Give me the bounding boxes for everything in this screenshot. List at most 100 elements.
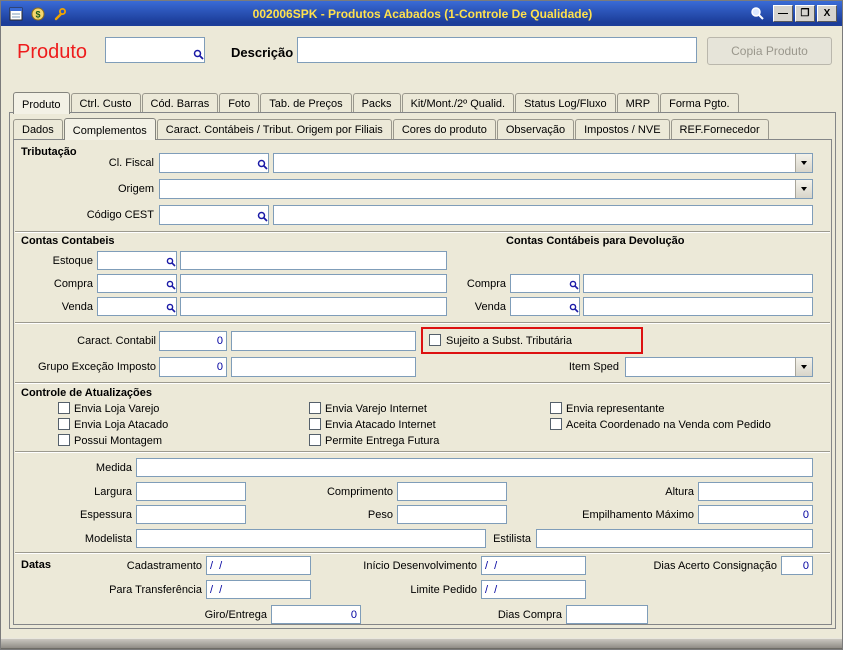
grupo-excecao-desc-input[interactable] bbox=[231, 357, 416, 377]
datas-title: Datas bbox=[21, 559, 51, 571]
subtab-dados[interactable]: Dados bbox=[13, 119, 63, 139]
grupo-excecao-label: Grupo Exceção Imposto bbox=[37, 361, 156, 373]
subtab-caract-contabeis-filiais[interactable]: Caract. Contábeis / Tribut. Origem por F… bbox=[156, 119, 392, 139]
giro-entrega-input[interactable] bbox=[271, 605, 361, 624]
empilhamento-maximo-input[interactable] bbox=[698, 505, 813, 524]
separator bbox=[15, 382, 830, 384]
dev-venda-desc-input[interactable] bbox=[583, 297, 813, 316]
dev-compra-code-input[interactable] bbox=[510, 274, 580, 293]
item-sped-label: Item Sped bbox=[568, 361, 619, 373]
grupo-excecao-value-input[interactable] bbox=[159, 357, 227, 377]
modelista-input[interactable] bbox=[136, 529, 486, 548]
dias-compra-label: Dias Compra bbox=[497, 609, 562, 621]
subtab-observacao[interactable]: Observação bbox=[496, 119, 575, 139]
tab-tab-de-precos[interactable]: Tab. de Preços bbox=[260, 93, 352, 113]
envia-loja-varejo-checkbox[interactable] bbox=[58, 402, 70, 414]
controle-atualizacoes-title: Controle de Atualizações bbox=[21, 387, 153, 399]
caract-contabil-value-input[interactable] bbox=[159, 331, 227, 351]
inicio-desenvolvimento-label: Início Desenvolvimento bbox=[363, 560, 477, 572]
limite-pedido-label: Limite Pedido bbox=[410, 584, 477, 596]
envia-varejo-internet-checkbox[interactable] bbox=[309, 402, 321, 414]
envia-varejo-internet-label: Envia Varejo Internet bbox=[325, 403, 427, 415]
copia-produto-button[interactable]: Copia Produto bbox=[707, 37, 832, 65]
chevron-down-icon[interactable] bbox=[795, 358, 812, 376]
item-sped-combobox[interactable] bbox=[625, 357, 813, 377]
tab-mrp[interactable]: MRP bbox=[616, 93, 660, 113]
envia-representante-label: Envia representante bbox=[566, 403, 665, 415]
venda-code-input[interactable] bbox=[97, 297, 177, 316]
subtab-cores-do-produto[interactable]: Cores do produto bbox=[392, 119, 496, 139]
envia-atacado-internet-checkbox[interactable] bbox=[309, 418, 321, 430]
caract-contabil-desc-input[interactable] bbox=[231, 331, 416, 351]
separator bbox=[15, 552, 830, 554]
espessura-input[interactable] bbox=[136, 505, 246, 524]
tab-cod-barras[interactable]: Cód. Barras bbox=[141, 93, 219, 113]
compra-code-input[interactable] bbox=[97, 274, 177, 293]
altura-input[interactable] bbox=[698, 482, 813, 501]
tab-foto[interactable]: Foto bbox=[219, 93, 260, 113]
empilhamento-maximo-label: Empilhamento Máximo bbox=[582, 509, 694, 521]
compra-code-wrap bbox=[97, 274, 177, 293]
possui-montagem-label: Possui Montagem bbox=[74, 435, 163, 447]
aceita-coordenado-checkbox[interactable] bbox=[550, 418, 562, 430]
tab-produto[interactable]: Produto bbox=[13, 92, 70, 114]
maximize-button[interactable]: ❐ bbox=[795, 5, 815, 22]
codigo-cest-label: Código CEST bbox=[86, 209, 154, 221]
compra-desc-input[interactable] bbox=[180, 274, 447, 293]
chevron-down-icon[interactable] bbox=[795, 154, 812, 172]
codigo-cest-code-input[interactable] bbox=[159, 205, 269, 225]
cadastramento-input[interactable] bbox=[206, 556, 311, 575]
title-bar[interactable]: $ 002006SPK - Produtos Acabados (1-Contr… bbox=[1, 1, 842, 26]
envia-representante-checkbox[interactable] bbox=[550, 402, 562, 414]
produto-code-input[interactable] bbox=[105, 37, 205, 63]
estoque-label: Estoque bbox=[52, 255, 93, 267]
estilista-input[interactable] bbox=[536, 529, 813, 548]
tab-ctrl-custo[interactable]: Ctrl. Custo bbox=[70, 93, 141, 113]
dev-venda-label: Venda bbox=[474, 301, 506, 313]
comprimento-input[interactable] bbox=[397, 482, 507, 501]
subtab-ref-fornecedor[interactable]: REF.Fornecedor bbox=[670, 119, 769, 139]
venda-desc-input[interactable] bbox=[180, 297, 447, 316]
estoque-desc-input[interactable] bbox=[180, 251, 447, 270]
dias-acerto-consignacao-input[interactable] bbox=[781, 556, 813, 575]
para-transferencia-input[interactable] bbox=[206, 580, 311, 599]
dias-compra-input[interactable] bbox=[566, 605, 648, 624]
inicio-desenvolvimento-input[interactable] bbox=[481, 556, 586, 575]
codigo-cest-desc-input[interactable] bbox=[273, 205, 813, 225]
dev-compra-desc-input[interactable] bbox=[583, 274, 813, 293]
cl-fiscal-combobox[interactable] bbox=[273, 153, 813, 173]
search-user-icon[interactable] bbox=[749, 5, 766, 22]
tab-forma-pgto[interactable]: Forma Pgto. bbox=[660, 93, 739, 113]
estoque-code-input[interactable] bbox=[97, 251, 177, 270]
envia-loja-atacado-checkbox[interactable] bbox=[58, 418, 70, 430]
possui-montagem-checkbox[interactable] bbox=[58, 434, 70, 446]
produto-heading: Produto bbox=[17, 41, 88, 63]
dev-venda-code-input[interactable] bbox=[510, 297, 580, 316]
medida-label: Medida bbox=[95, 462, 132, 474]
tab-packs[interactable]: Packs bbox=[352, 93, 401, 113]
minimize-button[interactable]: — bbox=[773, 5, 793, 22]
separator bbox=[15, 322, 830, 324]
comprimento-label: Comprimento bbox=[326, 486, 393, 498]
largura-input[interactable] bbox=[136, 482, 246, 501]
estoque-code-wrap bbox=[97, 251, 177, 270]
dias-acerto-consignacao-label: Dias Acerto Consignação bbox=[653, 560, 777, 572]
peso-label: Peso bbox=[367, 509, 393, 521]
sujeito-subst-label: Sujeito a Subst. Tributária bbox=[446, 335, 572, 347]
close-button[interactable]: X bbox=[817, 5, 837, 22]
sujeito-subst-checkbox[interactable] bbox=[429, 334, 441, 346]
descricao-input[interactable] bbox=[297, 37, 697, 63]
limite-pedido-input[interactable] bbox=[481, 580, 586, 599]
tab-kit-mont-qualid[interactable]: Kit/Mont./2º Qualid. bbox=[401, 93, 515, 113]
peso-input[interactable] bbox=[397, 505, 507, 524]
medida-input[interactable] bbox=[136, 458, 813, 477]
origem-combobox[interactable] bbox=[159, 179, 813, 199]
permite-entrega-futura-checkbox[interactable] bbox=[309, 434, 321, 446]
cadastramento-label: Cadastramento bbox=[126, 560, 202, 572]
tab-status-log-fluxo[interactable]: Status Log/Fluxo bbox=[515, 93, 616, 113]
aceita-coordenado-label: Aceita Coordenado na Venda com Pedido bbox=[566, 419, 771, 431]
cl-fiscal-code-input[interactable] bbox=[159, 153, 269, 173]
subtab-impostos-nve[interactable]: Impostos / NVE bbox=[575, 119, 670, 139]
chevron-down-icon[interactable] bbox=[795, 180, 812, 198]
subtab-complementos[interactable]: Complementos bbox=[63, 118, 156, 140]
